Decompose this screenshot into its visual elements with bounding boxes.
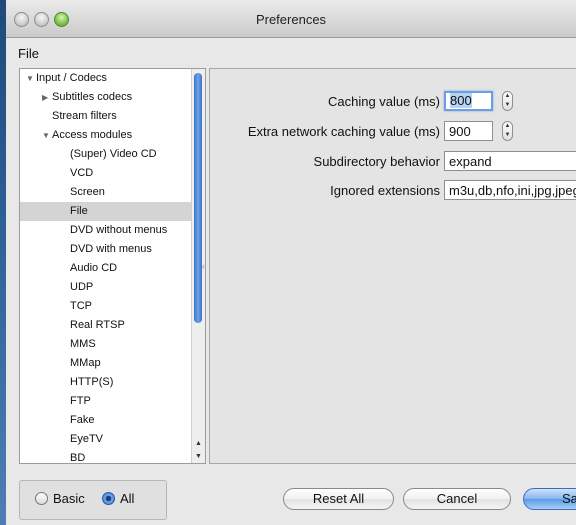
basic-label[interactable]: Basic — [53, 491, 85, 506]
tree-item[interactable]: Audio CD — [20, 259, 191, 278]
tree-item[interactable]: MMS — [20, 335, 191, 354]
caching-value-text: 800 — [450, 93, 472, 108]
window-title: Preferences — [255, 12, 327, 27]
scroll-down-icon[interactable]: ▼ — [192, 450, 205, 463]
tree-item-label: Screen — [70, 186, 105, 198]
all-label[interactable]: All — [120, 491, 134, 506]
tree-item-label: Fake — [70, 414, 95, 426]
tree-item[interactable]: MMap — [20, 354, 191, 373]
network-caching-input[interactable]: 900 — [444, 121, 493, 141]
tree-item[interactable]: File — [20, 202, 191, 221]
reset-all-button[interactable]: Reset All — [283, 488, 394, 510]
triangle-down-icon[interactable]: ▼ — [42, 126, 52, 145]
scroll-up-icon[interactable]: ▲ — [192, 437, 205, 450]
tree-item-label: DVD without menus — [70, 224, 168, 236]
tree-item[interactable]: FTP — [20, 392, 191, 411]
caching-row: Caching value (ms) 800 ▲ ▼ — [210, 91, 576, 113]
caching-value-input[interactable]: 800 — [444, 91, 493, 111]
tree-item-label: Access modules — [52, 129, 133, 141]
caching-label: Caching value (ms) — [328, 94, 440, 109]
network-caching-stepper[interactable]: ▲ ▼ — [502, 121, 513, 141]
settings-panel: Caching value (ms) 800 ▲ ▼ Extra network … — [209, 68, 576, 464]
tree-item-label: (Super) Video CD — [70, 148, 157, 160]
tree-item-label: MMap — [70, 357, 101, 369]
tree-item[interactable]: BD — [20, 449, 191, 464]
tree-item[interactable]: Stream filters — [20, 107, 191, 126]
tree-item[interactable]: DVD with menus — [20, 240, 191, 259]
tree-item-label: HTTP(S) — [70, 376, 114, 388]
tree-item-label: Audio CD — [70, 262, 118, 274]
mode-selector: Basic All — [19, 480, 167, 520]
tree-item-label: EyeTV — [70, 433, 104, 445]
ignored-extensions-label: Ignored extensions — [330, 183, 440, 198]
preferences-tree[interactable]: ▼ Input / Codecs ▶ Subtitles codecs Stream f… — [19, 68, 206, 464]
network-caching-row: Extra network caching value (ms) 900 ▲ ▼ — [210, 121, 576, 143]
tree-item-label: Subtitles codecs — [52, 91, 133, 103]
tree-item[interactable]: Fake — [20, 411, 191, 430]
tree-item[interactable]: TCP — [20, 297, 191, 316]
tree-item-label: Stream filters — [52, 110, 117, 122]
tree-item[interactable]: VCD — [20, 164, 191, 183]
tree-item-label: File — [70, 205, 88, 217]
tree-item[interactable]: HTTP(S) — [20, 373, 191, 392]
tree-item-label: DVD with menus — [70, 243, 152, 255]
subdirectory-select[interactable]: expand — [444, 151, 576, 171]
preferences-window: Preferences File ▼ Input / Codecs ▶ Subtitl… — [6, 0, 576, 525]
tree-item[interactable]: (Super) Video CD — [20, 145, 191, 164]
tree-item[interactable]: Real RTSP — [20, 316, 191, 335]
tree-item[interactable]: DVD without menus — [20, 221, 191, 240]
tree-item[interactable]: EyeTV — [20, 430, 191, 449]
ignored-extensions-input[interactable]: m3u,db,nfo,ini,jpg,jpeg,ljpg,gif,png — [444, 180, 576, 200]
triangle-right-icon[interactable]: ▶ — [42, 88, 52, 107]
title-bar[interactable]: Preferences — [6, 0, 576, 38]
tree-item-label: VCD — [70, 167, 94, 179]
tree-item-label: Input / Codecs — [36, 72, 107, 84]
tree-item-label: BD — [70, 452, 86, 464]
tree-item-label: TCP — [70, 300, 92, 312]
splitter-handle[interactable]: ‹ — [202, 262, 206, 271]
scrollbar-thumb[interactable] — [194, 73, 202, 323]
ignored-extensions-row: Ignored extensions m3u,db,nfo,ini,jpg,jp… — [210, 180, 576, 202]
save-button[interactable]: Save — [523, 488, 576, 510]
tree-item-label: UDP — [70, 281, 94, 293]
tree-item-label: FTP — [70, 395, 91, 407]
tree-item[interactable]: Screen — [20, 183, 191, 202]
tree-item[interactable]: ▶ Subtitles codecs — [20, 88, 191, 107]
subdirectory-row: Subdirectory behavior expand — [210, 151, 576, 173]
tree-item[interactable]: ▼ Access modules — [20, 126, 191, 145]
basic-radio[interactable] — [35, 492, 48, 505]
triangle-down-icon[interactable]: ▼ — [26, 69, 36, 88]
network-caching-label: Extra network caching value (ms) — [247, 124, 440, 139]
cancel-button[interactable]: Cancel — [403, 488, 511, 510]
tree-item-label: MMS — [70, 338, 96, 350]
subdirectory-label: Subdirectory behavior — [313, 154, 440, 169]
tree-item[interactable]: UDP — [20, 278, 191, 297]
tree-item[interactable]: ▼ Input / Codecs — [20, 69, 191, 88]
all-radio[interactable] — [102, 492, 115, 505]
section-title: File — [18, 46, 39, 61]
caching-stepper[interactable]: ▲ ▼ — [502, 91, 513, 111]
tree-item-label: Real RTSP — [70, 319, 125, 331]
